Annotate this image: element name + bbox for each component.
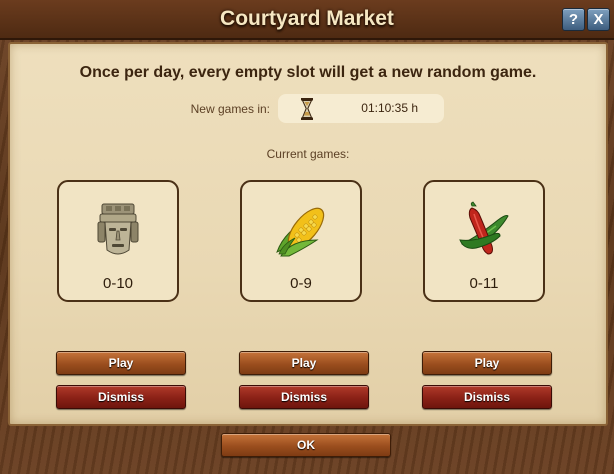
dismiss-button-3[interactable]: Dismiss: [422, 385, 552, 409]
play-button-2[interactable]: Play: [239, 351, 369, 375]
corn-icon: [276, 207, 325, 257]
play-button-1[interactable]: Play: [56, 351, 186, 375]
headline: Once per day, every empty slot will get …: [79, 64, 537, 81]
dismiss-button-2[interactable]: Dismiss: [239, 385, 369, 409]
game-score: 0-9: [290, 275, 312, 292]
game-card-2: 0-9: [240, 180, 362, 302]
dismiss-button-1[interactable]: Dismiss: [56, 385, 186, 409]
play-button-3[interactable]: Play: [422, 351, 552, 375]
window-title: Courtyard Market: [220, 7, 394, 30]
window-frame: Courtyard Market ? X Once per day, every…: [0, 0, 614, 474]
game-card-1: 0-10: [57, 180, 179, 302]
title-bar: Courtyard Market ? X: [0, 0, 614, 40]
game-score: 0-11: [469, 275, 499, 292]
close-button[interactable]: X: [587, 8, 610, 31]
timer-label: New games in:: [190, 102, 270, 116]
ok-button[interactable]: OK: [221, 433, 391, 457]
help-button[interactable]: ?: [562, 8, 585, 31]
timer-box: 01:10:35 h: [278, 94, 444, 123]
current-games-label: Current games:: [266, 147, 350, 161]
game-card-3: 0-11: [423, 180, 545, 302]
hourglass-icon: [301, 98, 313, 120]
game-score: 0-10: [102, 275, 134, 292]
timer-value: 01:10:35 h: [361, 101, 418, 115]
stone-idol-icon: [97, 203, 139, 255]
chili-beans-icon: [459, 201, 509, 255]
